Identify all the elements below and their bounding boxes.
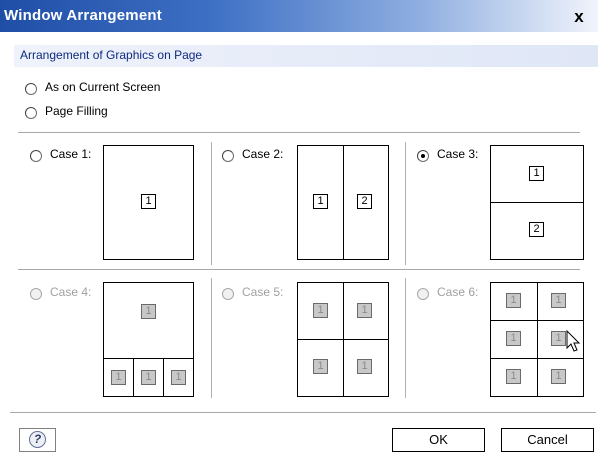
case-4-preview[interactable]: 1 1 1 1 (103, 282, 194, 397)
page-number: 1 (506, 331, 521, 346)
mouse-cursor-icon (566, 330, 581, 352)
group-label: Arrangement of Graphics on Page (20, 48, 203, 62)
case-1-preview[interactable]: 1 (103, 145, 194, 260)
case-1-label: Case 1: (50, 147, 92, 161)
case-2-preview[interactable]: 1 2 (297, 145, 389, 260)
case-2-label: Case 2: (242, 147, 284, 161)
pane-divider (491, 358, 583, 359)
window-title: Window Arrangement (4, 7, 162, 24)
pane-divider (537, 283, 538, 396)
option-label-as-on-current-screen: As on Current Screen (45, 80, 161, 94)
page-number: 2 (357, 194, 372, 209)
page-number: 1 (141, 194, 156, 209)
pane-divider (133, 358, 134, 396)
column-separator (405, 278, 407, 398)
case-5-preview[interactable]: 1 1 1 1 (297, 282, 389, 397)
case-6-label: Case 6: (437, 285, 479, 299)
separator-middle (18, 269, 580, 271)
help-icon: ? (29, 431, 46, 448)
page-number: 1 (141, 370, 156, 385)
column-separator (405, 142, 407, 265)
page-number: 1 (313, 303, 328, 318)
case-3-label: Case 3: (437, 147, 479, 161)
column-separator (211, 278, 213, 398)
separator-footer (10, 412, 596, 414)
case-3-preview[interactable]: 1 2 (490, 145, 584, 260)
page-number: 1 (313, 194, 328, 209)
ok-button[interactable]: OK (392, 428, 485, 452)
pane-divider (491, 320, 583, 321)
page-number: 2 (529, 222, 544, 237)
page-number: 1 (171, 370, 186, 385)
radio-case-1[interactable] (30, 150, 42, 162)
page-number: 1 (551, 293, 566, 308)
page-number: 1 (551, 331, 566, 346)
pane-divider (298, 339, 388, 340)
radio-case-2[interactable] (222, 150, 234, 162)
page-number: 1 (141, 304, 156, 319)
page-number: 1 (111, 370, 126, 385)
radio-case-4[interactable] (30, 288, 42, 300)
page-number: 1 (506, 293, 521, 308)
radio-case-6[interactable] (417, 288, 429, 300)
group-header: Arrangement of Graphics on Page (14, 45, 598, 67)
pane-divider (343, 146, 344, 259)
radio-case-3[interactable] (417, 150, 429, 162)
column-separator (211, 142, 213, 265)
radio-as-on-current-screen[interactable] (25, 83, 37, 95)
pane-divider (104, 358, 193, 359)
case-4-label: Case 4: (50, 285, 92, 299)
separator-top (18, 132, 580, 134)
cancel-button[interactable]: Cancel (501, 428, 594, 452)
page-number: 1 (357, 303, 372, 318)
title-bar: Window Arrangement x (0, 0, 598, 32)
case-5-label: Case 5: (242, 285, 284, 299)
close-button[interactable]: x (568, 8, 590, 26)
pane-divider (491, 202, 583, 203)
page-number: 1 (551, 369, 566, 384)
pane-divider (163, 358, 164, 396)
page-number: 1 (357, 359, 372, 374)
page-number: 1 (529, 166, 544, 181)
radio-case-5[interactable] (222, 288, 234, 300)
page-number: 1 (506, 369, 521, 384)
help-button[interactable]: ? (19, 428, 56, 452)
radio-page-filling[interactable] (25, 107, 37, 119)
page-number: 1 (313, 359, 328, 374)
option-label-page-filling: Page Filling (45, 104, 108, 118)
